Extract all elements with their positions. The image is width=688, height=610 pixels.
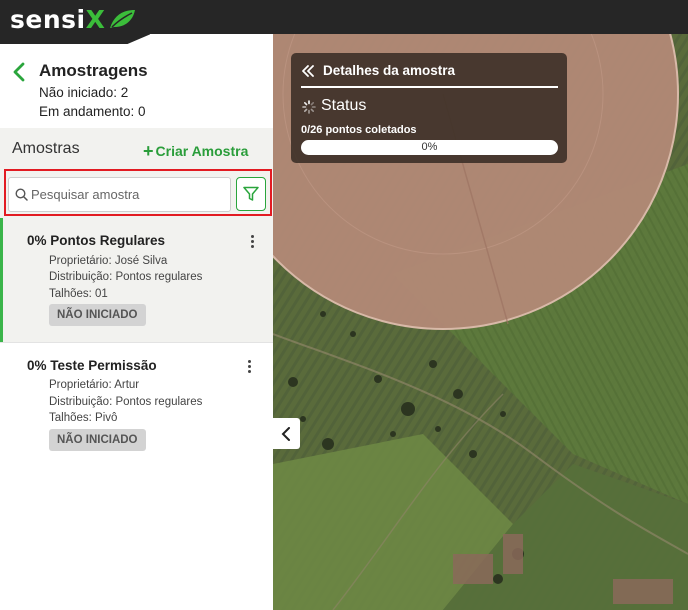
create-sample-button[interactable]: + Criar Amostra [143, 141, 248, 162]
filter-button[interactable] [236, 177, 266, 211]
search-input[interactable] [31, 178, 227, 211]
double-chevron-left-icon[interactable] [302, 65, 314, 77]
page-title: Amostragens [39, 61, 148, 80]
sample-card[interactable]: 0% Pontos Regulares Proprietário: José S… [0, 218, 273, 342]
chevron-left-icon[interactable] [12, 62, 26, 82]
sample-details-panel: Detalhes da amostra Status 0/26 pontos c… [291, 53, 567, 163]
sample-distribution: Distribuição: Pontos regulares [49, 271, 203, 283]
details-title: Detalhes da amostra [323, 63, 456, 78]
status-badge: NÃO INICIADO [49, 304, 146, 326]
progress-text: 0% [421, 141, 438, 153]
plus-icon: + [143, 141, 154, 161]
progress-bar: 0% [301, 140, 558, 155]
status-label: Status [321, 97, 367, 114]
status-badge: NÃO INICIADO [49, 429, 146, 451]
sample-title: 0% Pontos Regulares [27, 233, 166, 248]
leaf-icon [110, 10, 135, 28]
loading-spinner-icon [302, 100, 316, 114]
divider [301, 86, 558, 88]
search-icon [15, 188, 28, 201]
sample-title: 0% Teste Permissão [27, 358, 157, 373]
points-collected: 0/26 pontos coletados [301, 124, 417, 136]
logo-text: sensiX [10, 5, 106, 34]
chevron-left-icon [281, 427, 290, 441]
search-field[interactable] [8, 177, 231, 212]
sample-plots: Talhões: 01 [49, 288, 108, 300]
sampling-header: Amostragens Não iniciado: 2 Em andamento… [0, 34, 273, 128]
sample-owner: Proprietário: José Silva [49, 255, 168, 267]
sidebar: Amostragens Não iniciado: 2 Em andamento… [0, 34, 273, 610]
samples-label: Amostras [12, 140, 80, 157]
in-progress-count: Em andamento: 0 [39, 104, 146, 119]
not-started-count: Não iniciado: 2 [39, 85, 129, 100]
sample-owner: Proprietário: Artur [49, 379, 140, 391]
logo: sensiX [0, 0, 150, 44]
sample-plots: Talhões: Pivô [49, 412, 118, 424]
more-options-icon[interactable] [247, 360, 253, 376]
more-options-icon[interactable] [250, 235, 256, 251]
sample-card[interactable]: 0% Teste Permissão Proprietário: Artur D… [0, 342, 273, 482]
filter-icon [243, 186, 259, 201]
sample-distribution: Distribuição: Pontos regulares [49, 396, 203, 408]
collapse-sidebar-button[interactable] [273, 418, 300, 449]
